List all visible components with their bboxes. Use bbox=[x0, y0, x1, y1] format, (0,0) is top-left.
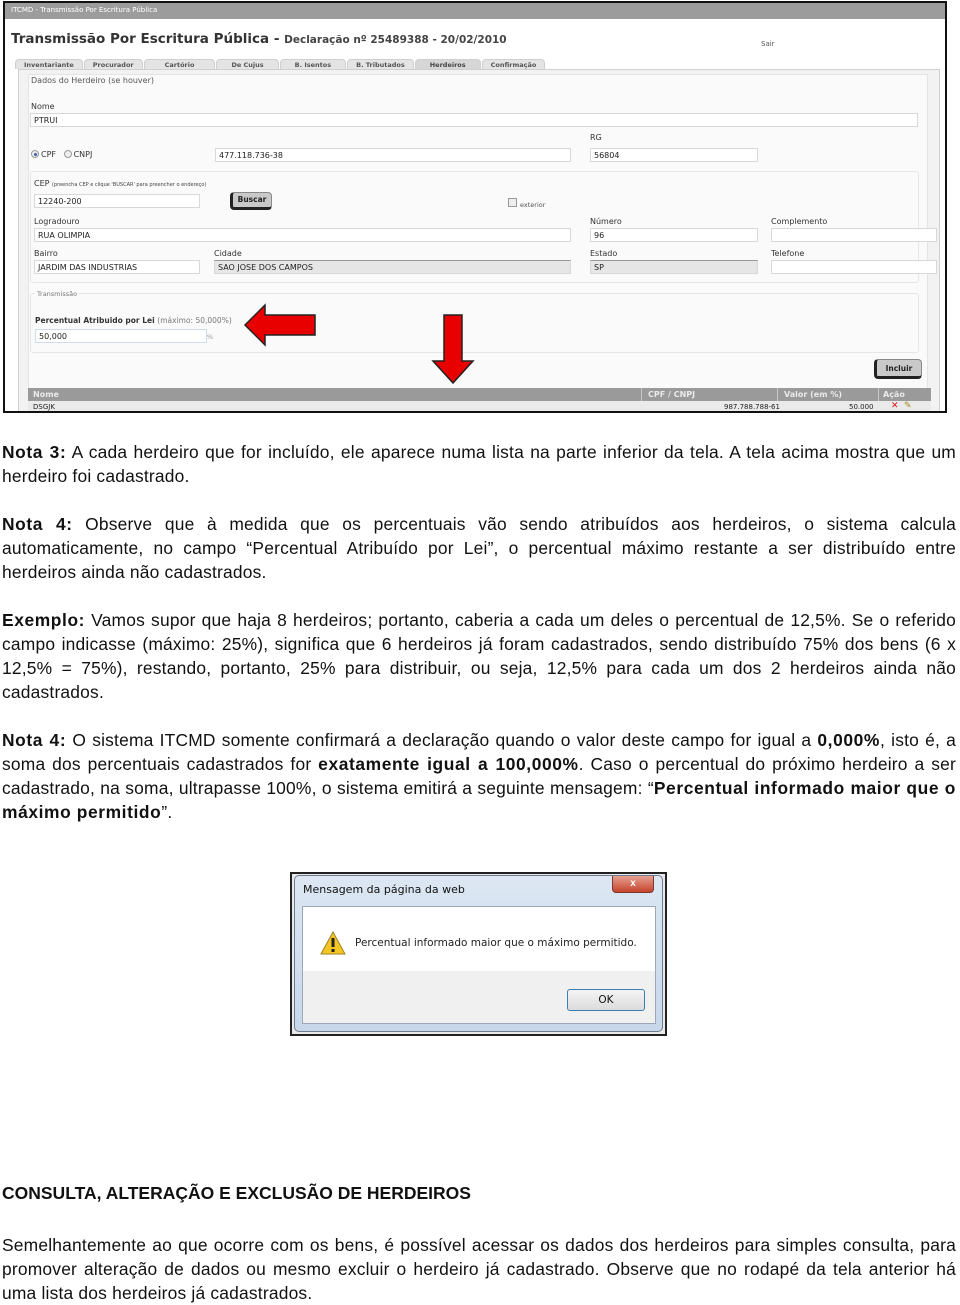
nota-4-label: Nota 4: bbox=[2, 514, 73, 534]
cnpj-radio[interactable] bbox=[63, 150, 72, 158]
row-valor: 50.000 bbox=[849, 403, 874, 411]
left-arrow-annotation-icon bbox=[243, 303, 316, 347]
complemento-input[interactable] bbox=[771, 228, 937, 242]
ok-button[interactable]: OK bbox=[567, 989, 645, 1011]
alert-dialog-screenshot: Mensagem da página da web x Percentual i… bbox=[290, 872, 667, 1036]
cpf-radio-label: CPF bbox=[41, 150, 57, 159]
estado-input: SP bbox=[590, 260, 758, 274]
nota-4b-paragraph: Nota 4: O sistema ITCMD somente confirma… bbox=[2, 728, 956, 824]
col-valor: Valor (em %) bbox=[784, 390, 842, 399]
nota-4-paragraph: Nota 4: Observe que à medida que os perc… bbox=[2, 512, 956, 584]
tab-confirmacao[interactable]: Confirmação bbox=[481, 59, 546, 69]
nota-3-text: A cada herdeiro que for incluído, ele ap… bbox=[2, 442, 956, 486]
itcmd-form-screenshot: ITCMD - Transmissão Por Escritura Públic… bbox=[3, 1, 947, 413]
numero-input[interactable]: 96 bbox=[590, 228, 758, 242]
table-row[interactable]: DSGJK 987.788.788-61 50.000 ✕ ✎ bbox=[28, 401, 931, 411]
section-heading: CONSULTA, ALTERAÇÃO E EXCLUSÃO DE HERDEI… bbox=[2, 1183, 471, 1203]
incluir-button[interactable]: Incluir bbox=[874, 359, 922, 379]
close-button[interactable]: x bbox=[612, 876, 654, 893]
page-title: Transmissão Por Escritura Pública - Decl… bbox=[11, 31, 507, 47]
declaration-number: Declaração nº 25489388 - 20/02/2010 bbox=[284, 34, 507, 46]
percentual-label-text: Percentual Atribuido por Lei bbox=[35, 316, 155, 325]
nota-4b-text-1: O sistema ITCMD somente confirmará a dec… bbox=[66, 730, 818, 750]
alert-dialog: Mensagem da página da web x Percentual i… bbox=[294, 875, 663, 1032]
col-separator bbox=[777, 388, 778, 401]
tab-bar: Inventariante Procurador Cartório De Cuj… bbox=[15, 59, 546, 69]
edit-icon[interactable]: ✎ bbox=[904, 401, 912, 411]
tab-b-tributados[interactable]: B. Tributados bbox=[347, 59, 414, 69]
complemento-label: Complemento bbox=[771, 217, 828, 226]
exterior-label: exterior bbox=[520, 201, 546, 209]
doc-type-radio-group: CPF CNPJ bbox=[31, 150, 92, 159]
page-title-main: Transmissão Por Escritura Pública - bbox=[11, 31, 285, 47]
nota-4b-bold-exatamente: exatamente igual a 100,000% bbox=[318, 754, 579, 774]
window-titlebar: ITCMD - Transmissão Por Escritura Públic… bbox=[5, 3, 945, 19]
nota-4b-label: Nota 4: bbox=[2, 730, 67, 750]
estado-label: Estado bbox=[590, 249, 618, 258]
cidade-input: SAO JOSE DOS CAMPOS bbox=[214, 260, 571, 274]
row-cpf-cnpj: 987.788.788-61 bbox=[724, 403, 780, 411]
bairro-label: Bairro bbox=[34, 249, 58, 258]
nome-label: Nome bbox=[31, 102, 55, 111]
herdeiros-grid-header: Nome CPF / CNPJ Valor (em %) Ação bbox=[28, 388, 931, 401]
tab-inventariante[interactable]: Inventariante bbox=[15, 59, 83, 69]
percentual-max-hint: (máximo: 50,000%) bbox=[157, 316, 232, 325]
tab-cartorio[interactable]: Cartório bbox=[143, 59, 216, 69]
section-title: Dados do Herdeiro (se houver) bbox=[31, 76, 154, 85]
telefone-input[interactable] bbox=[771, 260, 937, 274]
cep-label: CEP (preencha CEP e clique 'BUSCAR' para… bbox=[34, 179, 206, 188]
down-arrow-annotation-icon bbox=[431, 314, 475, 385]
exemplo-text: Vamos supor que haja 8 herdeiros; portan… bbox=[2, 610, 956, 702]
cpf-input[interactable]: 477.118.736-38 bbox=[215, 148, 571, 162]
percentual-input[interactable]: 50,000 bbox=[35, 329, 207, 343]
nota-4b-bold-zero: 0,000% bbox=[817, 730, 880, 750]
dialog-message: Percentual informado maior que o máximo … bbox=[355, 937, 637, 949]
row-nome: DSGJK bbox=[33, 403, 55, 411]
rg-label: RG bbox=[590, 133, 602, 142]
col-nome: Nome bbox=[33, 390, 59, 399]
tab-herdeiros[interactable]: Herdeiros bbox=[414, 59, 481, 69]
dialog-body: Percentual informado maior que o máximo … bbox=[302, 906, 656, 1024]
final-paragraph: Semelhantemente ao que ocorre com os ben… bbox=[2, 1235, 956, 1303]
bairro-input[interactable]: JARDIM DAS INDUSTRIAS bbox=[34, 260, 200, 274]
col-separator bbox=[641, 388, 642, 401]
exemplo-paragraph: Exemplo: Vamos supor que haja 8 herdeiro… bbox=[2, 608, 956, 704]
dados-herdeiro-fieldset: Dados do Herdeiro (se houver) Nome PTRUI… bbox=[28, 74, 937, 411]
logout-link[interactable]: Sair bbox=[761, 40, 775, 48]
nota-4b-text-4: ”. bbox=[161, 802, 173, 822]
logradouro-label: Logradouro bbox=[34, 217, 80, 226]
cep-label-text: CEP bbox=[34, 179, 50, 188]
telefone-label: Telefone bbox=[771, 249, 805, 258]
rg-input[interactable]: 56804 bbox=[590, 148, 758, 162]
cidade-label: Cidade bbox=[214, 249, 242, 258]
tab-b-isentos[interactable]: B. Isentos bbox=[279, 59, 347, 69]
percent-unit: % bbox=[207, 333, 214, 341]
nota-3-label: Nota 3: bbox=[2, 442, 67, 462]
cpf-radio[interactable] bbox=[31, 150, 39, 158]
nome-input[interactable]: PTRUI bbox=[30, 113, 918, 127]
col-cpf-cnpj: CPF / CNPJ bbox=[648, 390, 696, 399]
tab-procurador[interactable]: Procurador bbox=[83, 59, 143, 69]
buscar-button[interactable]: Buscar bbox=[230, 192, 272, 210]
percentual-label: Percentual Atribuido por Lei (máximo: 50… bbox=[35, 316, 232, 325]
cep-input[interactable]: 12240-200 bbox=[34, 194, 200, 208]
delete-icon[interactable]: ✕ bbox=[891, 401, 899, 411]
nota-4-text: Observe que à medida que os percentuais … bbox=[2, 514, 956, 582]
transmissao-title: Transmissão bbox=[35, 290, 80, 298]
numero-label: Número bbox=[590, 217, 622, 226]
herdeiros-panel: Dados do Herdeiro (se houver) Nome PTRUI… bbox=[18, 69, 940, 411]
tab-de-cujus[interactable]: De Cujus bbox=[216, 59, 279, 69]
cnpj-radio-label: CNPJ bbox=[73, 150, 93, 159]
col-separator bbox=[878, 388, 879, 401]
exemplo-label: Exemplo: bbox=[2, 610, 86, 630]
logradouro-input[interactable]: RUA OLIMPIA bbox=[34, 228, 571, 242]
exterior-checkbox[interactable] bbox=[508, 198, 517, 207]
warning-icon bbox=[320, 931, 346, 955]
nota-3-paragraph: Nota 3: A cada herdeiro que for incluído… bbox=[2, 440, 956, 488]
dialog-title: Mensagem da página da web bbox=[303, 883, 465, 896]
col-acao: Ação bbox=[883, 390, 905, 399]
cep-hint: (preencha CEP e clique 'BUSCAR' para pre… bbox=[52, 182, 207, 188]
